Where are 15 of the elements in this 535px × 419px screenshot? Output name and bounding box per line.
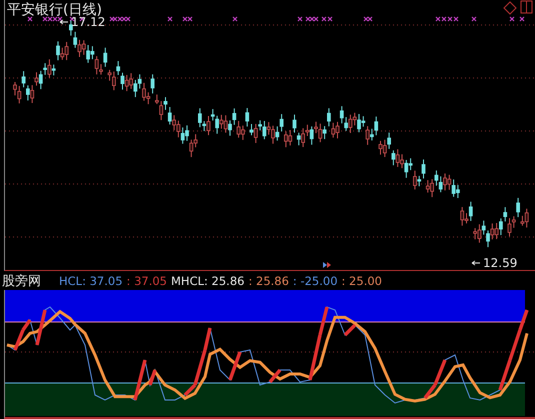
legend-value: : -25.00	[292, 274, 338, 288]
legend-value: : 25.00	[342, 274, 382, 288]
window-layout-icon	[520, 0, 532, 14]
double-arrow-icon	[323, 262, 331, 268]
legend-value: HCL: 37.05	[59, 274, 123, 288]
indicator-name: 股旁网	[2, 272, 41, 290]
legend-value: : 37.05	[126, 274, 167, 288]
diamond-icon	[503, 1, 517, 15]
leader-line	[60, 20, 68, 24]
low-price-label: 12.59	[483, 256, 518, 270]
legend-value: MHCL: 25.86	[171, 274, 244, 288]
legend-value: : 25.86	[248, 274, 289, 288]
leader-line	[472, 260, 480, 266]
high-price-label: 17.12	[71, 15, 106, 29]
chart-title: 平安银行(日线)	[7, 1, 102, 18]
